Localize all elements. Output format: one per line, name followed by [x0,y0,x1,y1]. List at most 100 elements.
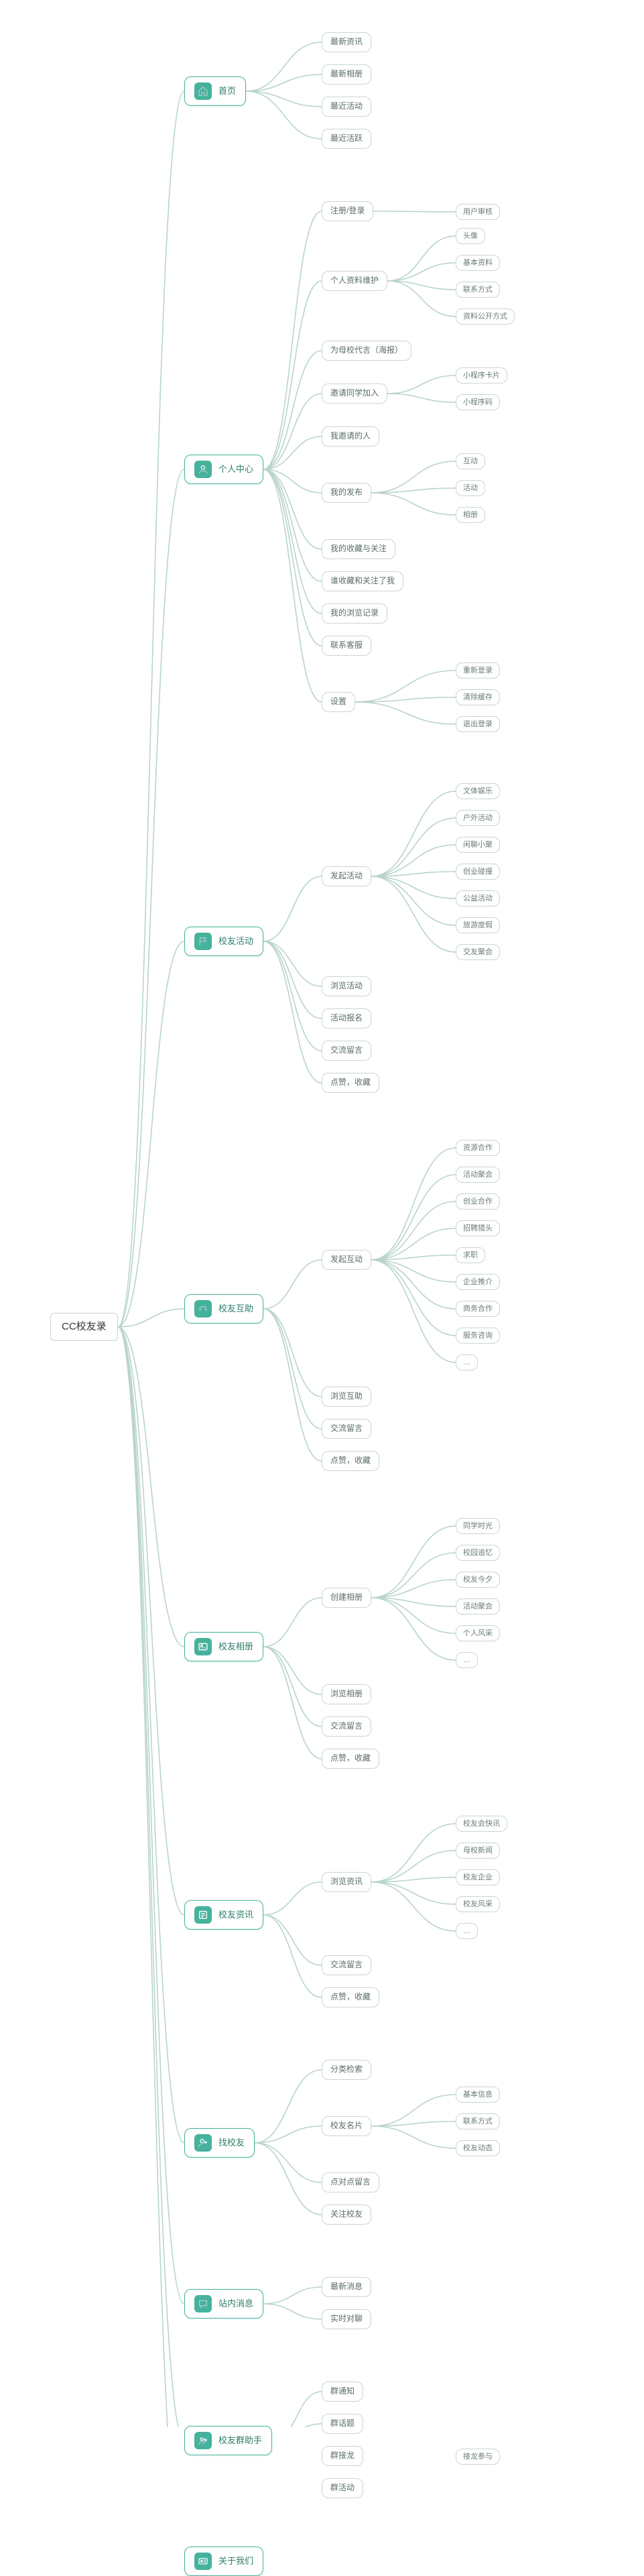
node-l3-2-0-6[interactable]: 交友聚会 [456,944,500,960]
node-l3-5-0-0[interactable]: 校友会快讯 [456,1816,507,1832]
node-l3-2-0-1[interactable]: 户外活动 [456,810,500,826]
node-l3-6-1-2[interactable]: 校友动态 [456,2140,500,2156]
node-l3-3-0-4[interactable]: 求职 [456,1247,485,1263]
node-l2-5-1[interactable]: 交流留言 [322,1955,371,1975]
node-l3-2-0-4[interactable]: 公益活动 [456,890,500,906]
node-l2-8-0[interactable]: 群通知 [322,2382,363,2402]
node-l3-4-0-1[interactable]: 校园追忆 [456,1545,500,1561]
node-l2-0-2[interactable]: 最近活动 [322,97,371,117]
node-l2-4-2[interactable]: 交流留言 [322,1716,371,1737]
node-l2-3-0[interactable]: 发起互动 [322,1250,371,1270]
node-l2-3-1[interactable]: 浏览互助 [322,1387,371,1407]
node-l3-4-0-5[interactable]: … [456,1652,478,1668]
node-label: 联系客服 [330,640,363,651]
node-l2-5-0[interactable]: 浏览资讯 [322,1872,371,1892]
node-l3-1-5-1[interactable]: 活动 [456,480,485,496]
node-l2-1-6[interactable]: 我的收藏与关注 [322,539,395,559]
node-l2-4-3[interactable]: 点赞，收藏 [322,1749,379,1769]
node-l2-8-3[interactable]: 群活动 [322,2478,363,2498]
node-l3-4-0-4[interactable]: 个人风采 [456,1625,500,1641]
node-l3-1-1-2[interactable]: 联系方式 [456,282,500,298]
node-l3-1-5-0[interactable]: 互动 [456,453,485,469]
node-l2-6-1[interactable]: 校友名片 [322,2116,371,2136]
node-l3-1-3-1[interactable]: 小程序码 [456,394,500,410]
node-l3-6-1-1[interactable]: 联系方式 [456,2113,500,2129]
node-l3-3-0-5[interactable]: 企业推介 [456,1274,500,1290]
node-l2-8-1[interactable]: 群话题 [322,2414,363,2434]
node-l3-1-10-1[interactable]: 清除缓存 [456,689,500,705]
node-l2-8-2[interactable]: 群接龙 [322,2446,363,2466]
node-l2-7-0[interactable]: 最新消息 [322,2277,371,2297]
node-l1-group[interactable]: 校友群助手 [184,2426,272,2455]
node-l3-5-0-1[interactable]: 母校新闻 [456,1842,500,1859]
node-l3-3-0-8[interactable]: … [456,1354,478,1370]
node-l3-4-0-3[interactable]: 活动聚会 [456,1598,500,1615]
node-l2-7-1[interactable]: 实时对聊 [322,2309,371,2329]
node-l3-3-0-1[interactable]: 活动聚会 [456,1167,500,1183]
node-l2-6-0[interactable]: 分类检索 [322,2060,371,2080]
node-l2-1-10[interactable]: 设置 [322,692,355,712]
node-l2-1-1[interactable]: 个人资料维护 [322,271,387,291]
node-l3-3-0-0[interactable]: 资源合作 [456,1140,500,1156]
node-l3-1-3-0[interactable]: 小程序卡片 [456,367,507,384]
node-l3-3-0-3[interactable]: 招聘猎头 [456,1220,500,1236]
node-l2-2-0[interactable]: 发起活动 [322,866,371,886]
node-l3-2-0-5[interactable]: 旅游度假 [456,917,500,933]
node-l3-1-10-0[interactable]: 重新登录 [456,662,500,679]
node-l2-1-2[interactable]: 为母校代言（海报） [322,341,411,361]
node-l2-0-3[interactable]: 最近活跃 [322,129,371,149]
node-l1-album[interactable]: 校友相册 [184,1632,263,1661]
node-l1-msg[interactable]: 站内消息 [184,2289,263,2319]
node-l1-home[interactable]: 首页 [184,76,246,106]
node-l3-2-0-2[interactable]: 闲聊小聚 [456,837,500,853]
node-l3-3-0-7[interactable]: 服务咨询 [456,1328,500,1344]
node-l2-2-4[interactable]: 点赞，收藏 [322,1073,379,1093]
node-l2-1-7[interactable]: 谁收藏和关注了我 [322,571,403,591]
node-l1-news[interactable]: 校友资讯 [184,1900,263,1930]
node-l3-1-1-1[interactable]: 基本资料 [456,255,500,271]
node-l1-help[interactable]: 校友互助 [184,1294,263,1324]
node-l2-6-3[interactable]: 关注校友 [322,2205,371,2225]
node-l1-find[interactable]: 找校友 [184,2128,255,2158]
node-l3-1-1-0[interactable]: 头像 [456,228,485,244]
node-l2-1-4[interactable]: 我邀请的人 [322,426,379,447]
node-l3-4-0-2[interactable]: 校友今夕 [456,1572,500,1588]
node-l3-1-5-2[interactable]: 相册 [456,507,485,523]
node-l2-4-1[interactable]: 浏览相册 [322,1684,371,1704]
node-l2-1-9[interactable]: 联系客服 [322,636,371,656]
node-l2-2-1[interactable]: 浏览活动 [322,976,371,996]
node-label: 招聘猎头 [463,1224,493,1233]
node-l1-activity[interactable]: 校友活动 [184,927,263,956]
chat-icon [194,2295,212,2312]
node-l3-1-1-3[interactable]: 资料公开方式 [456,308,515,325]
node-l2-0-1[interactable]: 最新相册 [322,64,371,84]
node-l2-6-2[interactable]: 点对点留言 [322,2172,379,2192]
node-l3-6-1-0[interactable]: 基本信息 [456,2087,500,2103]
node-l2-3-2[interactable]: 交流留言 [322,1419,371,1439]
node-l3-1-10-2[interactable]: 退出登录 [456,716,500,732]
node-l3-1-0-0[interactable]: 用户审核 [456,204,500,220]
node-l3-3-0-2[interactable]: 创业合作 [456,1193,500,1210]
node-l2-1-5[interactable]: 我的发布 [322,483,371,503]
node-l3-5-0-2[interactable]: 校友企业 [456,1869,500,1885]
node-l2-4-0[interactable]: 创建相册 [322,1588,371,1608]
node-l2-0-0[interactable]: 最新资讯 [322,32,371,52]
node-l2-1-3[interactable]: 邀请同学加入 [322,384,387,404]
node-label: 个人资料维护 [330,276,379,286]
node-l2-3-3[interactable]: 点赞，收藏 [322,1451,379,1471]
node-l2-5-2[interactable]: 点赞，收藏 [322,1987,379,2007]
node-l1-me[interactable]: 个人中心 [184,455,263,484]
node-l3-5-0-3[interactable]: 校友风采 [456,1896,500,1912]
node-root[interactable]: CC校友录 [50,1313,118,1341]
node-l3-4-0-0[interactable]: 同学时光 [456,1518,500,1534]
node-l2-1-8[interactable]: 我的浏览记录 [322,603,387,624]
node-l3-8-2-0[interactable]: 接龙参与 [456,2449,500,2465]
node-l3-2-0-3[interactable]: 创业碰撞 [456,864,500,880]
node-l2-2-3[interactable]: 交流留言 [322,1041,371,1061]
node-l3-5-0-4[interactable]: … [456,1923,478,1939]
node-l3-2-0-0[interactable]: 文体娱乐 [456,783,500,799]
node-l1-about[interactable]: 关于我们 [184,2546,263,2576]
node-l2-1-0[interactable]: 注册/登录 [322,201,373,221]
node-l3-3-0-6[interactable]: 商务合作 [456,1301,500,1317]
node-l2-2-2[interactable]: 活动报名 [322,1008,371,1029]
